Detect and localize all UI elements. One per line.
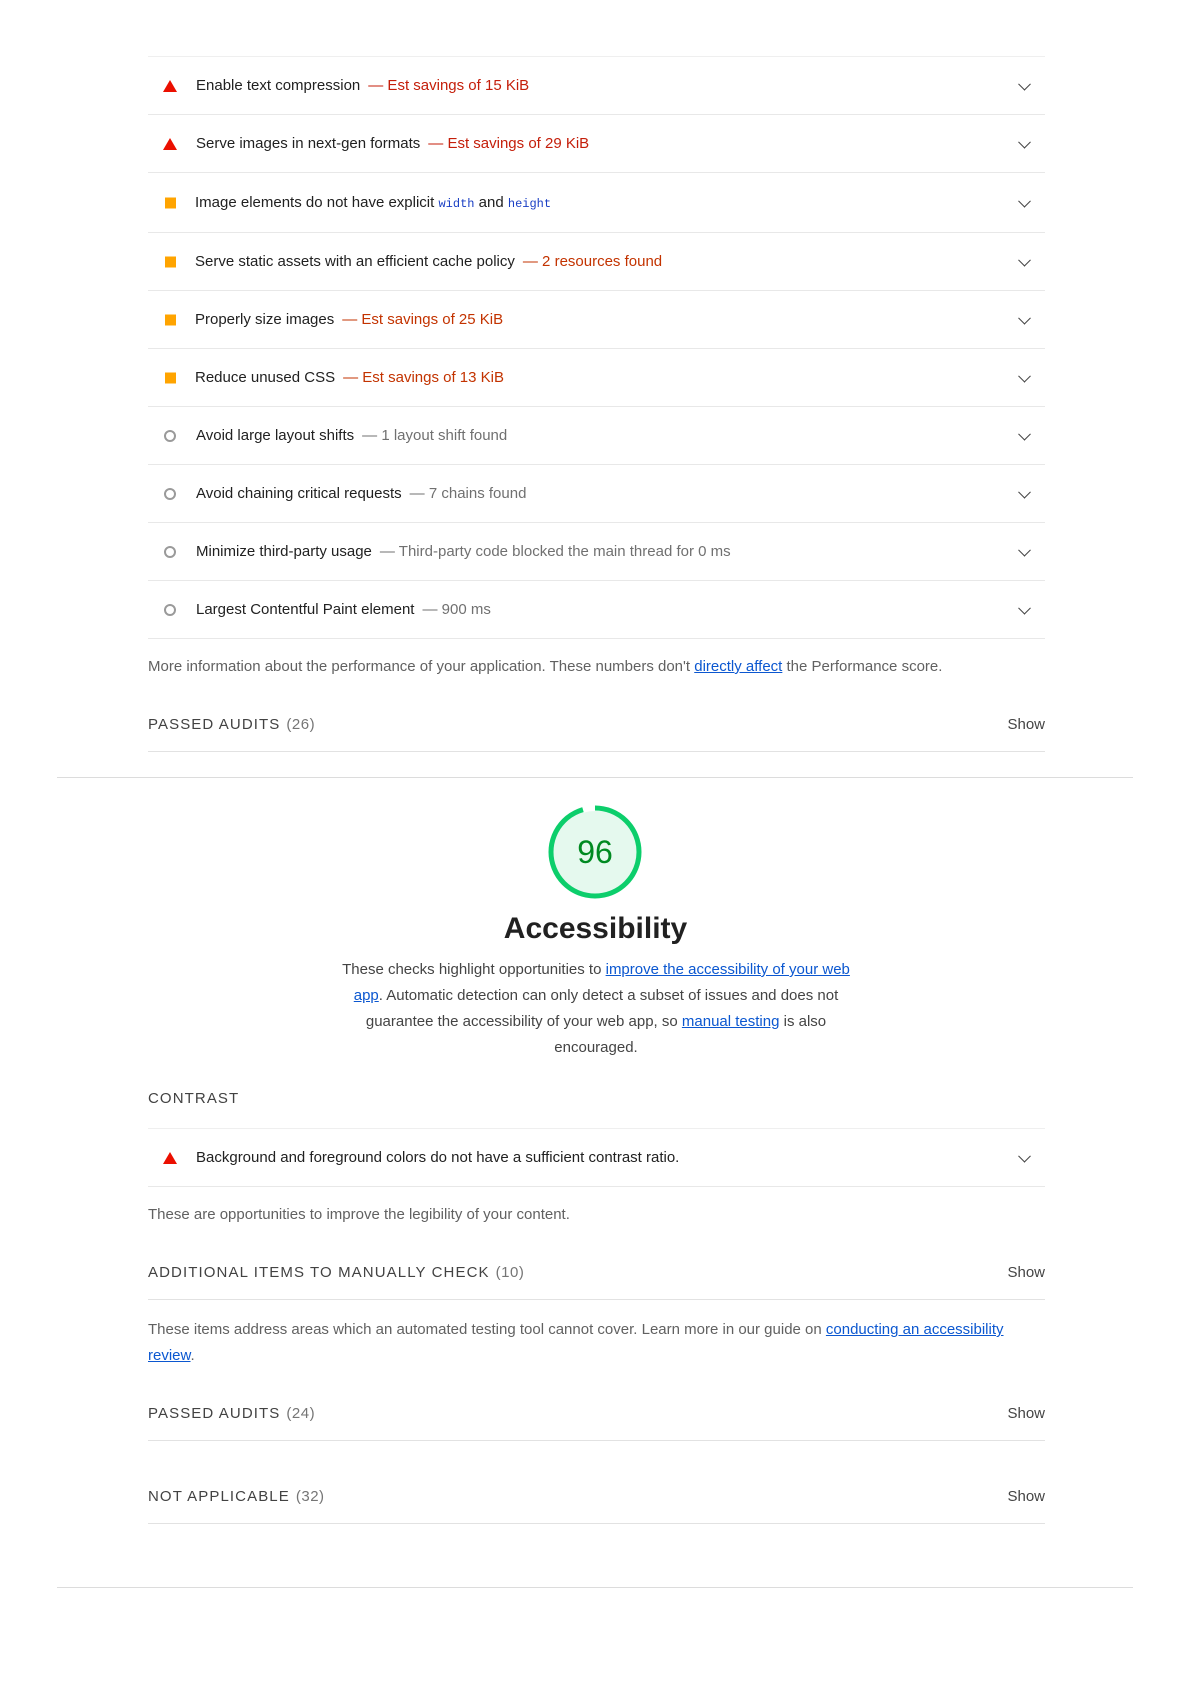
audit-unused-css[interactable]: Reduce unused CSS — Est savings of 13 KiB (148, 349, 1045, 407)
audit-critical-requests[interactable]: Avoid chaining critical requests — 7 chai… (148, 465, 1045, 523)
audit-display-value: — Est savings of 15 KiB (368, 77, 530, 94)
average-square-icon (160, 372, 180, 383)
show-button[interactable]: Show (1007, 1488, 1045, 1505)
audit-title: Enable text compression (196, 77, 361, 94)
audit-title: Avoid chaining critical requests (196, 485, 402, 502)
chevron-down-icon[interactable] (1018, 601, 1031, 615)
accessibility-score-gauge[interactable]: 96 (547, 804, 643, 900)
category-divider (57, 1587, 1133, 1588)
audit-next-gen-formats[interactable]: Serve images in next-gen formats — Est sa… (148, 115, 1045, 173)
audit-unsized-images[interactable]: Image elements do not have explicit widt… (148, 173, 1045, 233)
audit-layout-shifts[interactable]: Avoid large layout shifts — 1 layout shif… (148, 407, 1045, 465)
contrast-group-label: Contrast (148, 1090, 240, 1107)
audit-display-value: — Est savings of 13 KiB (343, 369, 504, 386)
audit-title: Serve images in next-gen formats (196, 135, 421, 152)
info-circle-icon (160, 487, 180, 500)
group-label: Not applicable (148, 1487, 290, 1505)
audit-title-joiner: and (474, 194, 508, 211)
directly-affect-link[interactable]: directly affect (694, 658, 782, 675)
audit-display-value: — 2 resources found (522, 253, 663, 270)
chevron-down-icon[interactable] (1018, 135, 1031, 149)
audit-title: Properly size images (195, 311, 335, 328)
performance-note: More information about the performance o… (148, 658, 943, 675)
group-count: (32) (295, 1487, 325, 1505)
contrast-note: These are opportunities to improve the l… (148, 1206, 570, 1223)
fail-triangle-icon (160, 1151, 180, 1164)
manual-check-header[interactable]: Additional items to manually check (10) … (148, 1245, 1045, 1300)
audit-display-value: — Est savings of 25 KiB (342, 311, 504, 328)
audit-title: Reduce unused CSS (195, 369, 336, 386)
average-square-icon (160, 256, 180, 267)
category-divider (57, 777, 1133, 778)
info-circle-icon (160, 429, 180, 442)
audit-display-value: — Third-party code blocked the main thre… (379, 543, 731, 560)
chevron-down-icon[interactable] (1018, 253, 1031, 267)
show-button[interactable]: Show (1007, 1405, 1045, 1422)
info-circle-icon (160, 545, 180, 558)
fail-triangle-icon (160, 137, 180, 150)
audit-properly-size-images[interactable]: Properly size images — Est savings of 25 … (148, 291, 1045, 349)
performance-passed-audits-header[interactable]: Passed audits (26) Show (148, 697, 1045, 752)
audit-display-value: — 900 ms (422, 601, 491, 618)
code-height: height (507, 197, 552, 211)
category-description: These checks highlight opportunities to … (342, 961, 850, 1056)
show-button[interactable]: Show (1007, 716, 1045, 733)
audit-title: Avoid large layout shifts (196, 427, 355, 444)
not-applicable-header[interactable]: Not applicable (32) Show (148, 1469, 1045, 1524)
chevron-down-icon[interactable] (1018, 1149, 1031, 1163)
info-circle-icon (160, 603, 180, 616)
chevron-down-icon[interactable] (1018, 77, 1031, 91)
audit-display-value: — 7 chains found (409, 485, 527, 502)
performance-audit-list: Enable text compression — Est savings of … (148, 56, 1045, 752)
audit-enable-text-compression[interactable]: Enable text compression — Est savings of … (148, 56, 1045, 115)
chevron-down-icon[interactable] (1018, 311, 1031, 325)
audit-cache-policy[interactable]: Serve static assets with an efficient ca… (148, 233, 1045, 291)
fail-triangle-icon (160, 79, 180, 92)
average-square-icon (160, 197, 180, 208)
accessibility-audit-list: Contrast Background and foreground color… (148, 1090, 1045, 1524)
group-label: Passed audits (148, 715, 281, 733)
a11y-passed-audits-header[interactable]: Passed audits (24) Show (148, 1386, 1045, 1441)
group-label: Additional items to manually check (148, 1263, 490, 1281)
group-count: (26) (286, 715, 316, 733)
average-square-icon (160, 314, 180, 325)
manual-check-note: These items address areas which an autom… (148, 1321, 1004, 1364)
chevron-down-icon[interactable] (1018, 543, 1031, 557)
manual-testing-link[interactable]: manual testing (682, 1013, 780, 1030)
chevron-down-icon[interactable] (1018, 369, 1031, 383)
audit-title: Image elements do not have explicit (195, 194, 439, 211)
chevron-down-icon[interactable] (1018, 485, 1031, 499)
group-label: Passed audits (148, 1404, 281, 1422)
audit-third-party[interactable]: Minimize third-party usage — Third-party … (148, 523, 1045, 581)
category-title: Accessibility (503, 912, 688, 945)
group-count: (10) (495, 1263, 525, 1281)
code-width: width (438, 197, 475, 211)
audit-title: Largest Contentful Paint element (196, 601, 415, 618)
chevron-down-icon[interactable] (1018, 427, 1031, 441)
group-count: (24) (286, 1404, 316, 1422)
audit-title: Serve static assets with an efficient ca… (195, 253, 515, 270)
audit-display-value: — Est savings of 29 KiB (428, 135, 590, 152)
audit-title: Minimize third-party usage (196, 543, 372, 560)
show-button[interactable]: Show (1007, 1264, 1045, 1281)
audit-title: Background and foreground colors do not … (196, 1149, 680, 1166)
audit-lcp-element[interactable]: Largest Contentful Paint element — 900 ms (148, 581, 1045, 639)
chevron-down-icon[interactable] (1018, 194, 1031, 208)
gauge-score: 96 (577, 833, 613, 870)
audit-color-contrast[interactable]: Background and foreground colors do not … (148, 1128, 1045, 1187)
audit-display-value: — 1 layout shift found (362, 427, 508, 444)
